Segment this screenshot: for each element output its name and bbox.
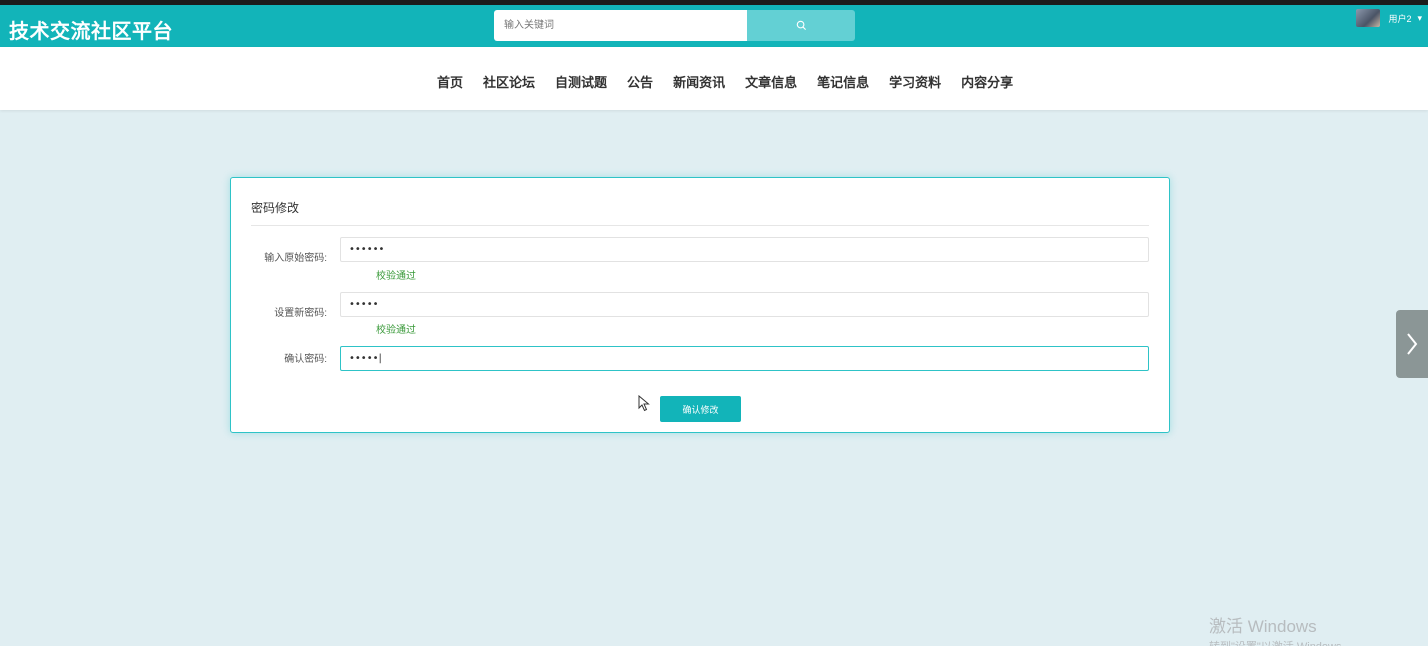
mouse-pointer-icon [638, 395, 650, 412]
new-password-label: 设置新密码: [274, 308, 327, 319]
nav-item-3[interactable]: 公告 [627, 72, 653, 91]
nav-items: 首页 社区论坛 自测试题 公告 新闻资讯 文章信息 笔记信息 学习资料 内容分享 [437, 72, 1033, 91]
confirm-password-input[interactable] [340, 346, 1149, 371]
watermark-title: 激活 Windows [1209, 617, 1317, 636]
windows-activation-watermark: 激活 Windows 转到"设置"以激活 Windows。 [1209, 612, 1353, 646]
old-password-hint: 校验通过 [376, 271, 416, 282]
chevron-right-icon [1407, 333, 1418, 355]
old-password-label: 输入原始密码: [264, 253, 327, 264]
card-title: 密码修改 [251, 201, 300, 215]
confirm-change-button[interactable]: 确认修改 [660, 396, 741, 422]
watermark-subtitle: 转到"设置"以激活 Windows。 [1209, 638, 1353, 646]
nav-item-8[interactable]: 内容分享 [961, 72, 1013, 91]
user-name[interactable]: 用户2 [1388, 12, 1411, 25]
side-expand-button[interactable] [1396, 310, 1428, 378]
nav-item-0[interactable]: 首页 [437, 72, 463, 91]
nav-item-5[interactable]: 文章信息 [745, 72, 797, 91]
nav-item-2[interactable]: 自测试题 [555, 72, 607, 91]
nav-item-6[interactable]: 笔记信息 [817, 72, 869, 91]
card-divider [251, 225, 1149, 226]
nav-item-1[interactable]: 社区论坛 [483, 72, 535, 91]
search-input[interactable] [494, 10, 747, 41]
main-nav: 首页 社区论坛 自测试题 公告 新闻资讯 文章信息 笔记信息 学习资料 内容分享 [0, 47, 1428, 110]
nav-item-4[interactable]: 新闻资讯 [673, 72, 725, 91]
brand-title: 技术交流社区平台 [9, 21, 173, 43]
search-icon [796, 20, 806, 31]
old-password-input[interactable] [340, 237, 1149, 262]
header-bar: 技术交流社区平台 用户2 ▾ [0, 5, 1428, 47]
confirm-password-label: 确认密码: [284, 354, 327, 365]
avatar[interactable] [1356, 9, 1381, 27]
nav-item-7[interactable]: 学习资料 [889, 72, 941, 91]
user-menu[interactable]: 用户2 ▾ [1356, 9, 1422, 27]
new-password-input[interactable] [340, 292, 1149, 317]
new-password-hint: 校验通过 [376, 325, 416, 336]
chevron-down-icon[interactable]: ▾ [1417, 13, 1422, 24]
search-button[interactable] [747, 10, 855, 41]
password-change-card: 密码修改 输入原始密码: 校验通过 设置新密码: 校验通过 确认密码: 确认修改 [230, 177, 1170, 433]
